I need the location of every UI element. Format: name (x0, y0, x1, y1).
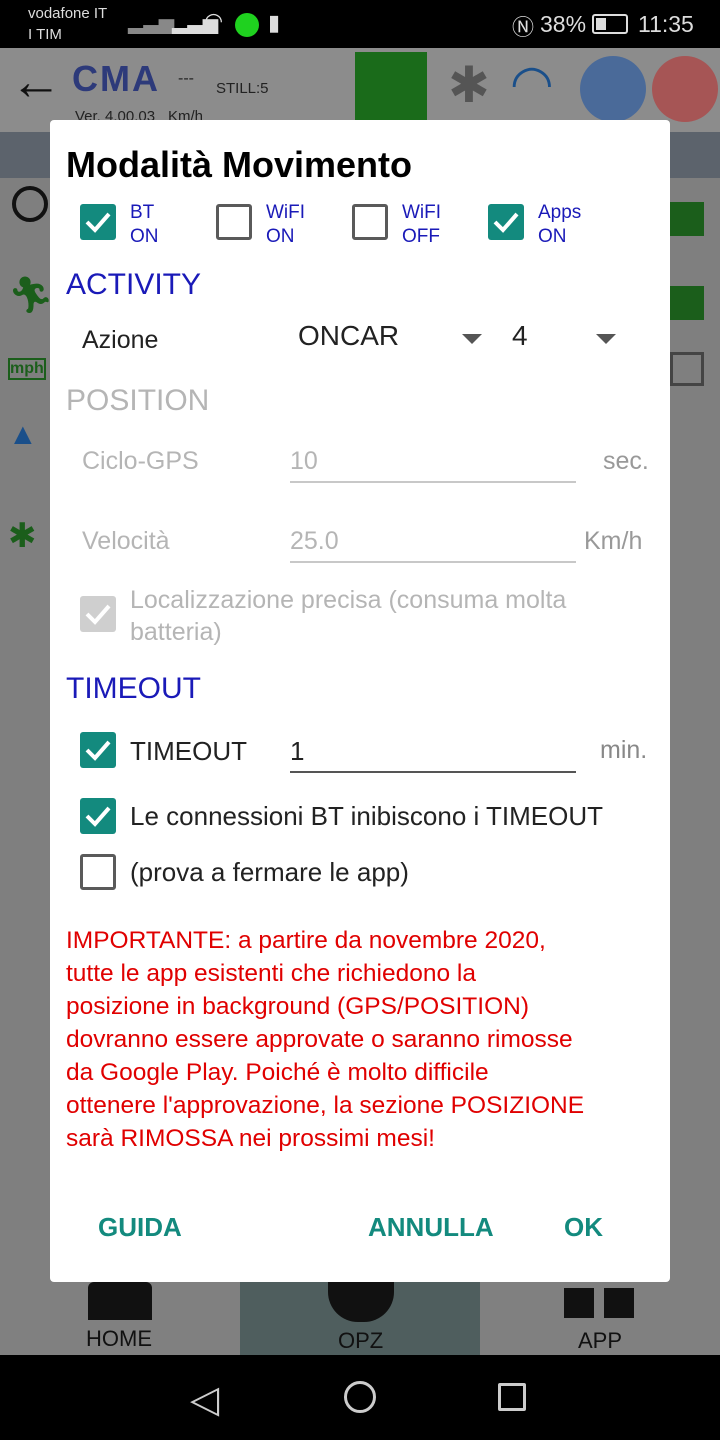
apps-icon (564, 1288, 594, 1318)
bg-checkbox-1 (670, 202, 704, 236)
activity-status: STILL:5 (216, 80, 269, 97)
battery-percent: 38% (540, 11, 587, 37)
checkbox-unchecked-icon[interactable] (216, 204, 252, 240)
selected-mode: ONCAR (298, 320, 400, 351)
app-logo: CMA (72, 58, 160, 99)
input-underline (290, 561, 576, 563)
toggle-label: BT (130, 202, 155, 223)
toggle-label: ON (538, 226, 567, 247)
toggle-bt-on[interactable]: BT ON (80, 202, 190, 252)
toggle-wifi-off[interactable]: WiFI OFF (352, 202, 462, 252)
help-button[interactable]: GUIDA (98, 1212, 182, 1243)
precise-location-label: Localizzazione precisa (consuma molta (130, 586, 567, 614)
help-red-icon[interactable] (652, 56, 718, 122)
nav-home-label: HOME (86, 1326, 152, 1351)
timeout-checkbox[interactable] (80, 732, 116, 768)
input-underline (290, 481, 576, 483)
activity-mode-select[interactable]: ONCAR (298, 316, 488, 364)
power-icon (12, 186, 48, 222)
gps-cycle-label: Ciclo-GPS (82, 447, 199, 475)
recents-icon[interactable] (498, 1383, 526, 1411)
input-underline (290, 771, 576, 773)
help-icon[interactable] (580, 56, 646, 122)
precise-location-label-2: batteria) (130, 618, 222, 646)
nfc-icon: Ⓝ (512, 15, 535, 40)
apps-icon-2 (604, 1288, 634, 1318)
movement-mode-dialog: Modalità Movimento BT ON WiFI ON WiFI OF… (50, 120, 670, 1282)
timeout-header: TIMEOUT (66, 672, 201, 705)
dropdown-arrow-icon (462, 334, 482, 344)
bg-checkbox-2 (670, 286, 704, 320)
clock: 11:35 (638, 11, 694, 37)
warning-line: tutte le app esistenti che richiedono la (66, 960, 476, 987)
nav-app-label: APP (578, 1328, 623, 1353)
checkbox-checked-icon[interactable] (488, 204, 524, 240)
toggle-label: OFF (402, 226, 440, 247)
timeout-unit: min. (600, 736, 648, 764)
cancel-button[interactable]: ANNULLA (368, 1212, 494, 1243)
selected-value: 4 (512, 320, 528, 351)
timeout-label: TIMEOUT (130, 736, 247, 766)
activity-value-select[interactable]: 4 (512, 316, 632, 364)
position-header: POSITION (66, 384, 210, 417)
carrier-1: vodafone IT (28, 5, 108, 22)
gps-cycle-input[interactable]: 10 (290, 447, 318, 476)
warning-line: sarà RIMOSSA nei prossimi mesi! (66, 1125, 435, 1152)
gps-cycle-unit: sec. (603, 447, 649, 475)
toggle-label: WiFI (402, 202, 442, 223)
mph-icon: mph (8, 358, 46, 380)
speed-value: --- (178, 70, 194, 87)
gear-icon (328, 1282, 394, 1322)
timeout-input[interactable]: 1 (290, 736, 304, 767)
toggle-label: ON (266, 226, 295, 247)
home-circle-icon[interactable] (344, 1381, 376, 1413)
nav-opz-label: OPZ (338, 1328, 384, 1353)
toggle-wifi-on[interactable]: WiFI ON (216, 202, 326, 252)
warning-text: IMPORTANTE: a partire da novembre 2020, … (66, 924, 584, 1155)
stop-apps-checkbox[interactable] (80, 854, 116, 890)
warning-line: ottenere l'approvazione, la sezione POSI… (66, 1092, 585, 1119)
toggle-apps-on[interactable]: Apps ON (488, 202, 598, 252)
battery-icon (592, 14, 628, 34)
person-icon: ▮ (268, 10, 281, 35)
runner-icon: 🏃︎ (8, 274, 54, 315)
speed-label: Velocità (82, 527, 170, 555)
system-nav-bar: ◁ (0, 1355, 720, 1440)
toggle-label: WiFI (266, 202, 306, 223)
bg-checkbox-3 (670, 352, 704, 386)
activity-header: ACTIVITY (66, 268, 202, 301)
action-label: Azione (82, 326, 159, 354)
home-icon (88, 1282, 152, 1320)
warning-line: posizione in background (GPS/POSITION) (66, 993, 529, 1020)
presenter-icon: ▲ (8, 418, 38, 451)
precise-location-checkbox[interactable] (80, 596, 116, 632)
sound-icon (235, 13, 259, 37)
bt-inhibit-checkbox[interactable] (80, 798, 116, 834)
back-arrow-icon[interactable]: ← (10, 52, 62, 112)
stop-apps-label: (prova a fermare le app) (130, 857, 409, 887)
bluetooth-wave-icon: ✱ (8, 517, 37, 555)
toggle-label: ON (130, 226, 159, 247)
speed-input[interactable]: 25.0 (290, 527, 339, 556)
warning-line: IMPORTANTE: a partire da novembre 2020, (66, 927, 546, 954)
wifi-icon: ◠ (204, 8, 224, 33)
back-icon[interactable]: ◁ (190, 1377, 219, 1422)
signal-icon: ▂▃▅ (128, 12, 175, 34)
checkbox-checked-icon[interactable] (80, 204, 116, 240)
dropdown-arrow-icon (596, 334, 616, 344)
speed-unit: Km/h (584, 527, 643, 555)
status-bar: vodafone IT I TIM ▂▃▅ ▂▃▅ ◠ ▮ Ⓝ 38% 11:3… (0, 0, 720, 48)
ok-button[interactable]: OK (564, 1212, 603, 1243)
wifi-button-icon[interactable]: ◠ (510, 54, 554, 112)
bt-inhibit-label: Le connessioni BT inibiscono i TIMEOUT (130, 801, 604, 831)
checkbox-unchecked-icon[interactable] (352, 204, 388, 240)
dialog-title: Modalità Movimento (66, 144, 413, 185)
toggle-label: Apps (538, 202, 582, 223)
carrier-2: I TIM (28, 26, 62, 43)
warning-line: dovranno essere approvate o saranno rimo… (66, 1026, 573, 1053)
warning-line: da Google Play. Poiché è molto difficile (66, 1059, 489, 1086)
bluetooth-icon[interactable]: ✱ (448, 56, 490, 114)
